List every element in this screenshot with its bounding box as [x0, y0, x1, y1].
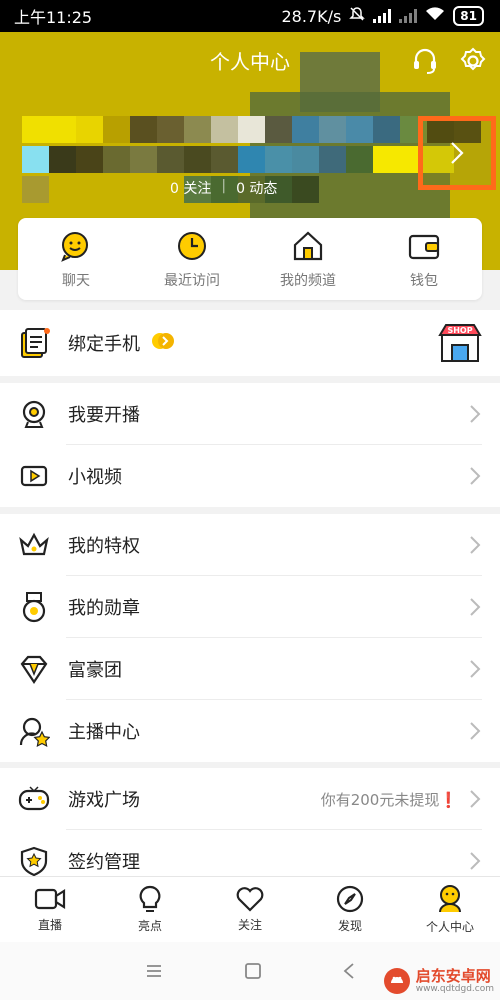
phone-card-icon: [18, 327, 50, 359]
nav-discover-label: 发现: [337, 919, 362, 933]
chevron-right-icon: [470, 405, 481, 423]
wallet-icon: [408, 234, 440, 260]
stats-separator: |: [221, 178, 227, 194]
chevron-right-icon: [470, 598, 481, 616]
quick-recent-visits[interactable]: 最近访问: [134, 218, 250, 300]
nav-live[interactable]: 直播: [0, 877, 100, 942]
unwithdrawn-hint: 你有200元未提现❗: [320, 790, 458, 809]
nav-live-label: 直播: [37, 918, 62, 932]
signal-2-icon: [399, 9, 418, 23]
watermark-logo-icon: [383, 968, 410, 994]
start-live-label: 我要开播: [68, 405, 140, 426]
quick-recent-label: 最近访问: [164, 273, 220, 289]
chevron-right-icon: [470, 536, 481, 554]
nav-discover[interactable]: 发现: [300, 877, 400, 942]
live-section: 我要开播 小视频: [0, 383, 500, 507]
quick-wallet-label: 钱包: [410, 273, 438, 289]
short-video-label: 小视频: [68, 467, 122, 488]
nav-follow[interactable]: 关注: [200, 877, 300, 942]
bind-phone-row[interactable]: 绑定手机 SHOP: [0, 310, 500, 376]
privilege-section: 我的特权 我的勋章 富豪团 主播中心: [0, 514, 500, 762]
back-icon[interactable]: [342, 962, 356, 980]
camera-icon: [34, 888, 66, 910]
status-indicators: 28.7K/s 81: [281, 6, 484, 26]
nav-highlights-label: 亮点: [137, 919, 162, 933]
quick-actions-card: 聊天 最近访问 我的频道 钱包: [18, 218, 482, 300]
watermark: 启东安卓网 www.qdtdgd.com: [382, 966, 494, 996]
home-square-icon[interactable]: [244, 962, 262, 980]
coin-badge-icon: [150, 331, 438, 355]
game-section: 游戏广场 你有200元未提现❗ 签约管理: [0, 768, 500, 876]
nav-highlights[interactable]: 亮点: [100, 877, 200, 942]
bind-phone-section: 绑定手机 SHOP: [0, 310, 500, 376]
video-icon: [18, 460, 50, 492]
contract-management-label: 签约管理: [68, 852, 140, 873]
bottom-navigation: 直播 亮点 关注 发现 个人中心: [0, 876, 500, 942]
nav-profile[interactable]: 个人中心: [400, 877, 500, 942]
medals-label: 我的勋章: [68, 598, 140, 619]
chevron-right-icon: [451, 142, 464, 164]
status-bar: 上午11:25 28.7K/s 81: [0, 0, 500, 32]
anchor-star-icon: [18, 715, 50, 747]
customer-service-icon[interactable]: [410, 46, 440, 76]
follow-count[interactable]: 0 关注: [170, 178, 211, 198]
quick-chat-label: 聊天: [62, 273, 90, 289]
status-time: 上午11:25: [14, 8, 93, 27]
house-icon: [293, 231, 323, 261]
heart-icon: [236, 887, 264, 912]
menu-row-rich-club[interactable]: 富豪团: [0, 638, 500, 700]
quick-my-channel[interactable]: 我的频道: [250, 218, 366, 300]
menu-icon[interactable]: [144, 963, 164, 979]
menu-row-short-video[interactable]: 小视频: [0, 445, 500, 507]
chevron-right-icon: [470, 790, 481, 808]
profile-detail-button[interactable]: [418, 116, 496, 190]
system-navigation-bar: 启东安卓网 www.qdtdgd.com: [0, 942, 500, 1000]
person-icon: [439, 885, 461, 913]
shop-icon[interactable]: SHOP: [438, 321, 482, 365]
wifi-icon: [425, 6, 445, 26]
menu-row-anchor-center[interactable]: 主播中心: [0, 700, 500, 762]
chevron-right-icon: [470, 852, 481, 870]
webcam-icon: [18, 398, 50, 430]
privileges-label: 我的特权: [68, 536, 140, 557]
game-plaza-label: 游戏广场: [68, 790, 140, 811]
menu-row-start-live[interactable]: 我要开播: [0, 383, 500, 445]
shop-sign: SHOP: [447, 326, 473, 335]
signal-icon: [373, 9, 392, 23]
clock-icon: [178, 232, 206, 260]
battery-indicator: 81: [453, 6, 484, 26]
nav-follow-label: 关注: [237, 918, 262, 932]
chevron-right-icon: [470, 722, 481, 740]
bulb-icon: [139, 885, 161, 912]
watermark-url: www.qdtdgd.com: [415, 984, 494, 994]
anchor-center-label: 主播中心: [68, 722, 140, 743]
compass-icon: [336, 885, 364, 913]
profile-stats: 0 关注 | 0 动态: [170, 178, 277, 198]
quick-chat[interactable]: 聊天: [18, 218, 134, 300]
menu-row-medals[interactable]: 我的勋章: [0, 576, 500, 638]
crown-icon: [18, 529, 50, 561]
settings-gear-icon[interactable]: [458, 46, 488, 76]
mute-icon: [349, 6, 366, 26]
nav-profile-label: 个人中心: [425, 920, 474, 934]
menu-row-privileges[interactable]: 我的特权: [0, 514, 500, 576]
menu-row-contract-management[interactable]: 签约管理: [0, 830, 500, 876]
gamepad-icon: [18, 783, 50, 815]
shield-star-icon: [18, 845, 50, 876]
menu-row-game-plaza[interactable]: 游戏广场 你有200元未提现❗: [0, 768, 500, 830]
chat-bubble-icon: [61, 232, 88, 262]
posts-count[interactable]: 0 动态: [236, 178, 277, 198]
quick-wallet[interactable]: 钱包: [366, 218, 482, 300]
watermark-title: 启东安卓网: [415, 967, 491, 985]
gem-icon: [18, 653, 50, 685]
chevron-right-icon: [470, 467, 481, 485]
chevron-right-icon: [470, 660, 481, 678]
rich-club-label: 富豪团: [68, 660, 122, 681]
bind-phone-label: 绑定手机: [68, 334, 140, 355]
quick-channel-label: 我的频道: [280, 273, 336, 289]
medal-icon: [18, 591, 50, 623]
network-speed: 28.7K/s: [281, 6, 342, 26]
